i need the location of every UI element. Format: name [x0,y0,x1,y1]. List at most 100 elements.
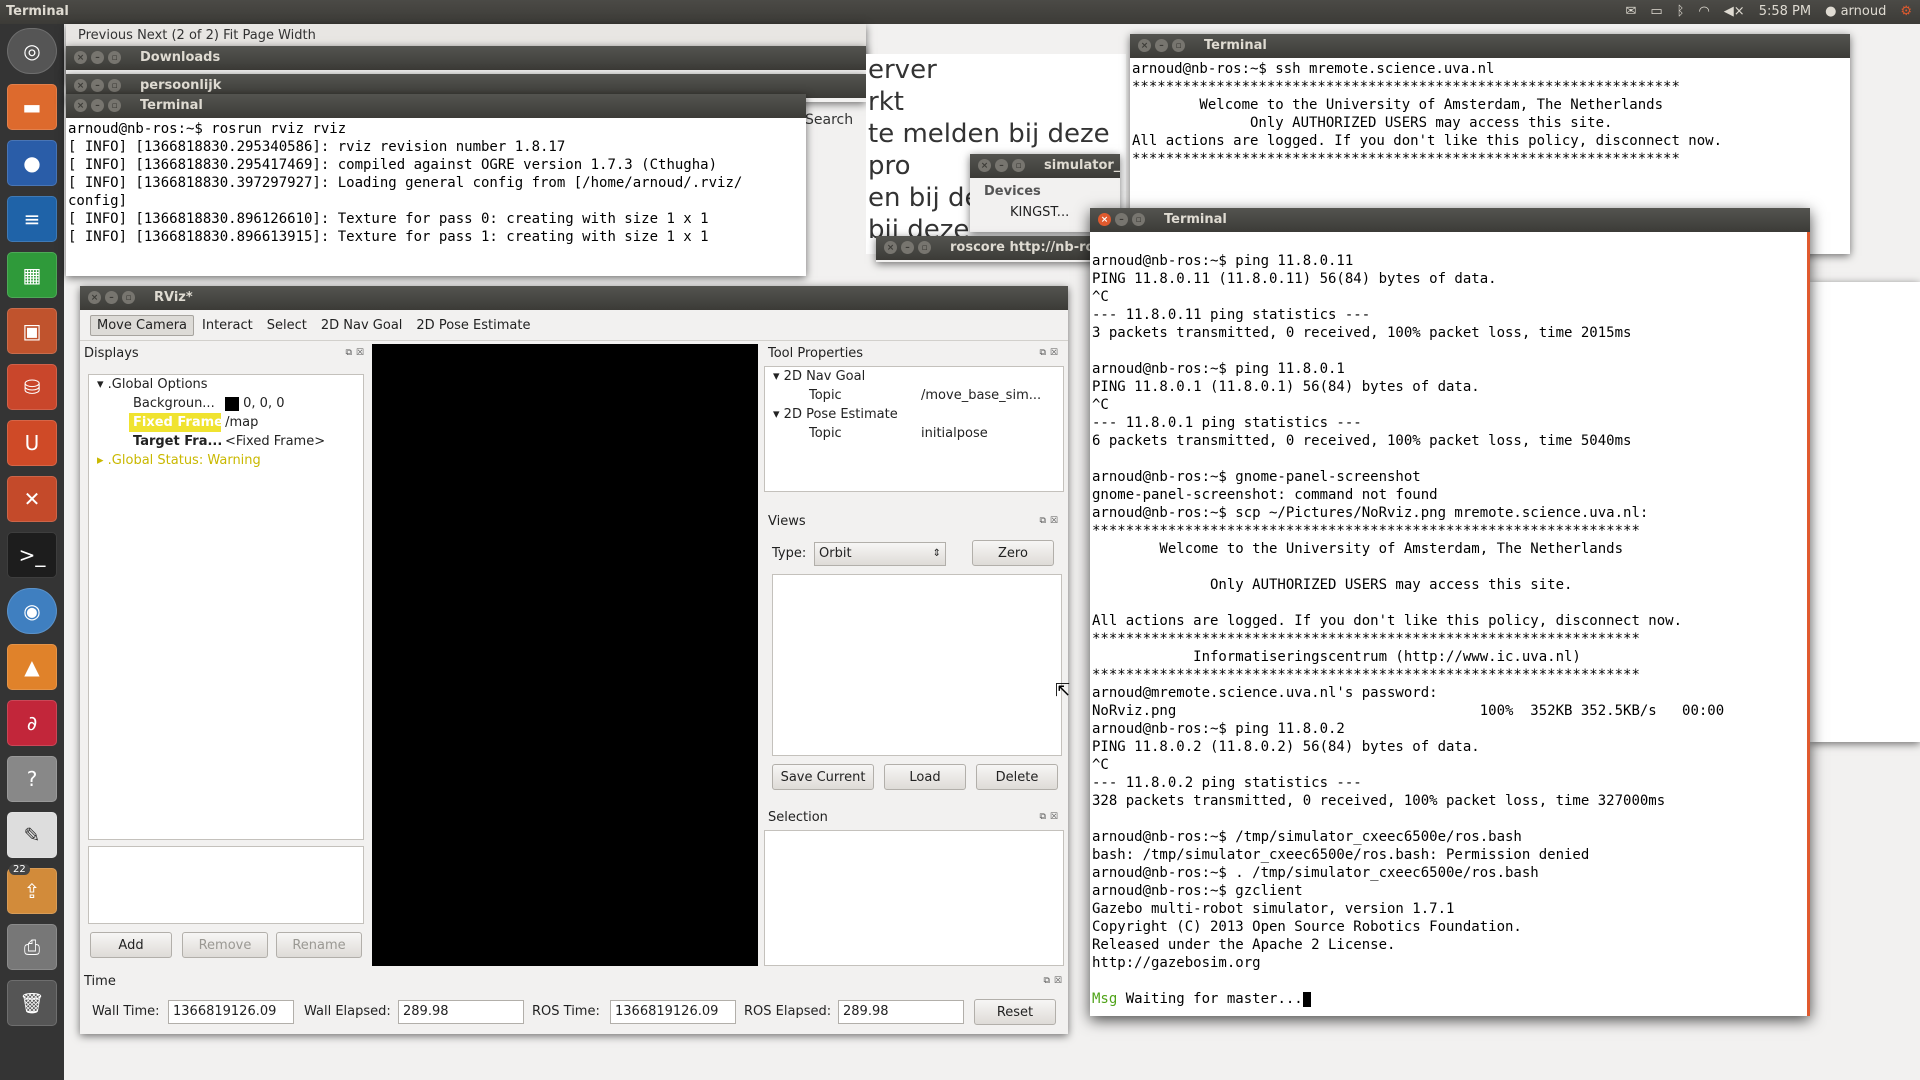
terminal-output[interactable]: arnoud@nb-ros:~$ ping 11.8.0.11 PING 11.8… [1090,232,1810,1016]
close-icon: × [978,159,991,172]
chromium-icon[interactable]: ◉ [7,588,57,634]
terminal-titlebar[interactable]: × – ▫ Terminal [1090,208,1810,232]
time-title: Time [84,974,116,989]
mail-icon[interactable]: ✉ [1625,4,1636,19]
terminal-output[interactable]: arnoud@nb-ros:~$ rosrun rviz rviz [ INFO]… [66,118,806,276]
float-icon[interactable]: ⧉ [1039,348,1045,358]
terminal-line: --- 11.8.0.11 ping statistics --- [1092,307,1371,323]
expand-arrow-icon[interactable]: ▾ [97,377,104,392]
close-icon[interactable]: × [1098,213,1111,226]
float-icon[interactable]: ⧉ [1039,516,1045,526]
add-display-button[interactable]: Add [90,932,172,958]
minimize-icon: – [901,241,914,254]
remove-display-button[interactable]: Remove [182,932,268,958]
color-swatch-icon [225,396,239,411]
close-icon[interactable]: ☒ [1050,516,1058,526]
tool-2d-pose-estimate[interactable]: 2D Pose Estimate [410,316,536,335]
save-current-view-button[interactable]: Save Current [772,764,874,790]
battery-icon[interactable]: ▭ [1650,4,1662,19]
collapse-arrow-icon[interactable]: ▸ [97,453,104,468]
zero-view-button[interactable]: Zero [972,540,1054,566]
delete-view-button[interactable]: Delete [976,764,1058,790]
pose-topic-row[interactable]: Topic initialpose [765,424,1063,443]
ros-elapsed-field[interactable]: 289.98 [838,1000,964,1024]
expand-arrow-icon[interactable]: ▾ [773,407,780,422]
selection-title: Selection [768,810,828,825]
load-view-button[interactable]: Load [884,764,966,790]
tool-move-camera[interactable]: Move Camera [90,314,195,336]
downloads-window[interactable]: × – ▫ Downloads [66,46,866,74]
writer-icon[interactable]: ≡ [7,196,57,242]
pose-estimate-row[interactable]: ▾ 2D Pose Estimate [765,405,1063,424]
help-icon[interactable]: ? [7,756,57,802]
nav-topic-row[interactable]: Topic/move_base_sim... [765,386,1063,405]
wall-elapsed-field[interactable]: 289.98 [398,1000,524,1024]
tool-properties-title: Tool Properties [768,346,864,361]
document-toolbar[interactable]: Previous Next (2 of 2) Fit Page Width [78,28,316,43]
close-icon[interactable]: ☒ [356,348,364,358]
float-icon[interactable]: ⧉ [1039,812,1045,822]
terminal-titlebar[interactable]: × – ▫ Terminal [66,94,806,118]
wifi-icon[interactable]: ◠ [1698,4,1709,19]
files-icon[interactable]: ▬ [7,84,57,130]
text-editor-icon[interactable]: ✎ [7,812,57,858]
tool-select[interactable]: Select [261,316,313,335]
rviz-window[interactable]: × – ▫ RViz* Move Camera Interact Select 2D … [80,286,1068,1034]
tool-2d-nav-goal[interactable]: 2D Nav Goal [315,316,409,335]
background-row[interactable]: Backgroun... 0, 0, 0 [89,394,363,413]
trash-icon[interactable]: 🗑 [7,980,57,1026]
fixed-frame-row[interactable]: Fixed Frame /map [89,413,363,432]
terminal-main-window[interactable]: × – ▫ Terminal arnoud@nb-ros:~$ ping 11.8.0… [1090,208,1810,1016]
terminal-titlebar[interactable]: × – ▫ Terminal [1130,34,1850,58]
views-list[interactable] [772,574,1062,756]
rviz-titlebar[interactable]: × – ▫ RViz* [80,286,1068,310]
roscore-window[interactable]: × – ▫ roscore http://nb-ros [876,236,1116,262]
simulator-title: simulator_c [1044,158,1120,173]
ros-time-field[interactable]: 1366819126.09 [610,1000,736,1024]
impress-icon[interactable]: ▣ [7,308,57,354]
close-icon[interactable]: ☒ [1054,976,1062,986]
nav-goal-row[interactable]: ▾ 2D Nav Goal [765,367,1063,386]
wall-time-field[interactable]: 1366819126.09 [168,1000,294,1024]
global-options-row[interactable]: ▾ .Global Options [89,375,363,394]
target-frame-row[interactable]: Target Fra... <Fixed Frame> [89,432,363,451]
rename-display-button[interactable]: Rename [276,932,362,958]
float-icon[interactable]: ⧉ [345,348,351,358]
views-title: Views [768,514,806,529]
tool-properties-tree[interactable]: ▾ 2D Nav Goal Topic/move_base_sim... ▾ 2… [764,366,1064,492]
user-menu[interactable]: ● arnoud [1825,4,1886,19]
terminal-line: arnoud@nb-ros:~$ . /tmp/simulator_cxeec6… [1092,865,1539,881]
reset-time-button[interactable]: Reset [974,999,1056,1025]
power-icon[interactable]: ⚙ [1900,4,1912,19]
system-settings-icon[interactable]: ✕ [7,476,57,522]
update-manager-icon[interactable]: ⇪ 22 [7,864,57,914]
close-icon[interactable]: ☒ [1050,348,1058,358]
expand-arrow-icon[interactable]: ▾ [773,369,780,384]
software-center-icon[interactable]: ⛁ [7,364,57,410]
ubuntu-one-icon[interactable]: U [7,420,57,466]
bluetooth-icon[interactable]: ᛒ [1677,4,1685,19]
vlc-icon[interactable]: ▲ [7,644,57,690]
dash-home-icon[interactable]: ◎ [7,28,57,74]
printer-icon[interactable]: ⎙ [7,924,57,970]
volume-icon[interactable]: ◀× [1724,4,1745,19]
float-icon[interactable]: ⧉ [1043,976,1049,986]
calc-icon[interactable]: ▦ [7,252,57,298]
close-icon[interactable]: ☒ [1050,812,1058,822]
search-label[interactable]: Search [805,112,853,128]
tool-interact[interactable]: Interact [196,316,259,335]
terminal-rviz-window[interactable]: × – ▫ Terminal arnoud@nb-ros:~$ rosrun rviz… [66,94,806,276]
minimize-icon: – [91,51,104,64]
maximize-icon[interactable]: ▫ [1132,213,1145,226]
global-status-row[interactable]: ▸ .Global Status: Warning [89,451,363,470]
displays-tree[interactable]: ▾ .Global Options Backgroun... 0, 0, 0 F… [88,374,364,840]
terminal-icon[interactable]: >_ [7,532,57,578]
minimize-icon[interactable]: – [1115,213,1128,226]
selection-tree[interactable] [764,830,1064,966]
render-view-3d[interactable] [372,344,758,966]
view-type-select[interactable]: Orbit ⇕ [814,542,946,566]
acrobat-icon[interactable]: ∂ [7,700,57,746]
clock[interactable]: 5:58 PM [1759,4,1811,19]
firefox-icon[interactable]: ● [7,140,57,186]
